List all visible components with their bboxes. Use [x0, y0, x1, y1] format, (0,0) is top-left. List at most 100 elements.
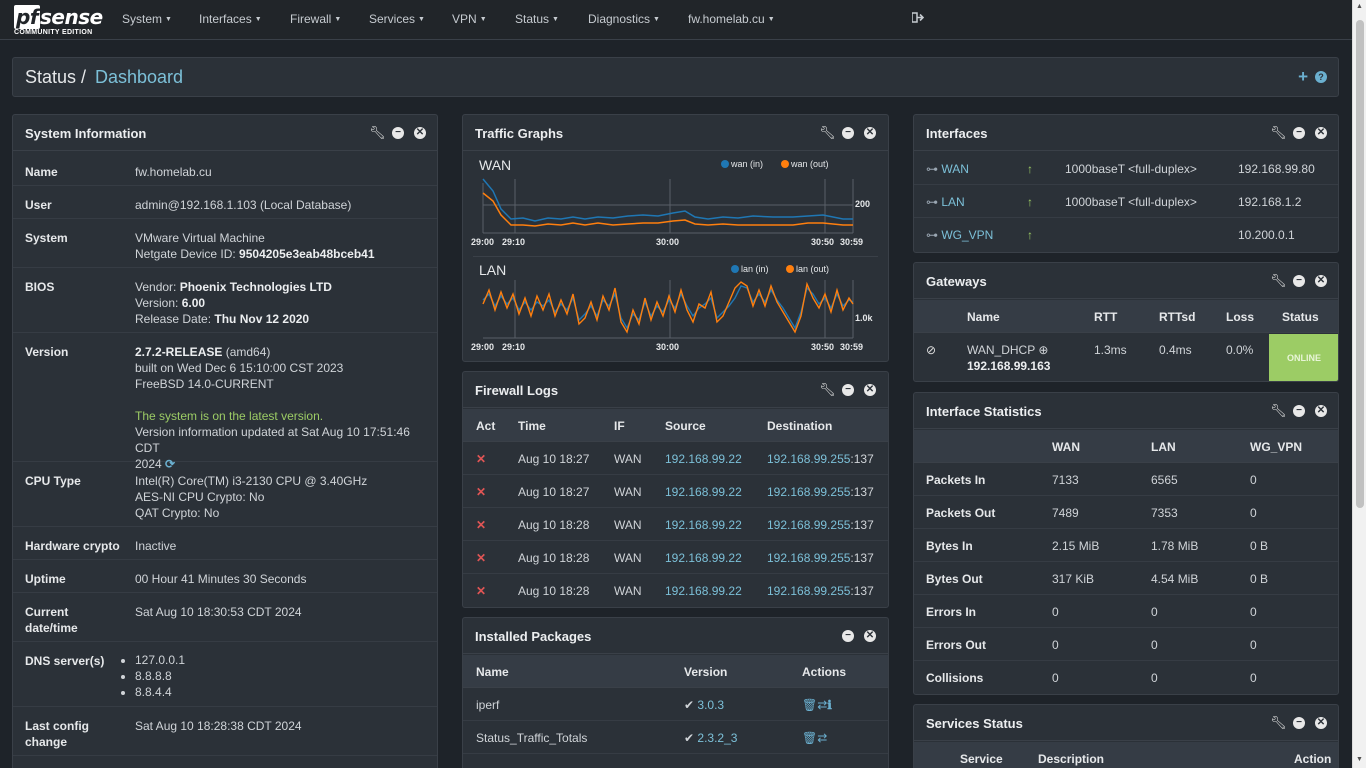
table-row: Packets Out 7489 7353 0 [914, 496, 1338, 529]
stat-vpn: 0 B [1250, 539, 1269, 553]
stat-wan: 7133 [1052, 473, 1079, 487]
minimize-icon[interactable]: − [1293, 405, 1305, 417]
nav-services-menu[interactable]: Services ▼ [369, 12, 425, 26]
reinstall-icon[interactable]: ⇄ [817, 731, 827, 745]
close-icon[interactable]: ✕ [1315, 717, 1327, 729]
interface-link[interactable]: LAN [941, 195, 964, 209]
block-x-icon[interactable]: ✕ [476, 452, 486, 466]
table-row: ⊶ LAN ↑ 1000baseT <full-duplex> 192.168.… [914, 185, 1338, 218]
bios-value: Vendor: Phoenix Technologies LTD Version:… [135, 280, 332, 326]
add-widget-icon[interactable]: + [1298, 67, 1308, 87]
log-destination-link[interactable]: 192.168.99.255 [767, 485, 850, 499]
package-name: iperf [476, 698, 500, 712]
minimize-icon[interactable]: − [1293, 275, 1305, 287]
wrench-icon[interactable]: 🔧︎ [819, 382, 836, 397]
caret-down-icon: ▼ [552, 16, 559, 23]
info-icon[interactable]: ℹ︎ [827, 698, 832, 712]
caret-down-icon: ▼ [479, 16, 487, 23]
log-source-link[interactable]: 192.168.99.22 [665, 452, 742, 466]
interface-statistics-widget: Interface Statistics 🔧︎ − ✕ WAN LAN WG_V… [913, 392, 1339, 695]
nav-interfaces-menu[interactable]: Interfaces ▼ [199, 12, 262, 26]
wrench-icon[interactable]: 🔧︎ [1270, 273, 1287, 288]
log-source-link[interactable]: 192.168.99.22 [665, 518, 742, 532]
column-header: Status [1282, 310, 1319, 324]
block-x-icon[interactable]: ✕ [476, 551, 486, 565]
minimize-icon[interactable]: − [842, 127, 854, 139]
stat-wan: 317 KiB [1052, 572, 1095, 586]
scroll-up-arrow-icon[interactable]: ▲ [1356, 3, 1363, 10]
log-destination-link[interactable]: 192.168.99.255 [767, 551, 850, 565]
column-header: WAN [1052, 440, 1080, 454]
caret-down-icon: ▼ [418, 16, 425, 23]
table-row: ⊶ WG_VPN ↑ 10.200.0.1 [914, 218, 1338, 251]
help-icon[interactable]: ? [1315, 71, 1327, 83]
breadcrumb-page[interactable]: Dashboard [95, 67, 183, 88]
block-x-icon[interactable]: ✕ [476, 485, 486, 499]
scroll-down-arrow-icon[interactable]: ▼ [1356, 756, 1363, 763]
nav-diagnostics-menu[interactable]: Diagnostics ▼ [588, 12, 660, 26]
gateway-loss: 0.0% [1226, 343, 1254, 357]
sysinfo-row-version: Version 2.7.2-RELEASE (amd64) built on We… [13, 333, 437, 471]
stat-lan: 0 [1151, 605, 1158, 619]
log-source-link[interactable]: 192.168.99.22 [665, 551, 742, 565]
log-destination-link[interactable]: 192.168.99.255 [767, 452, 850, 466]
table-row: iperf ✔ 3.0.3 🗑︎⇄ℹ︎ [463, 688, 888, 721]
column-header: Destination [767, 419, 833, 433]
column-header: Version [684, 665, 728, 679]
log-source-link[interactable]: 192.168.99.22 [665, 485, 742, 499]
table-row: ⊶ WAN ↑ 1000baseT <full-duplex> 192.168.… [914, 152, 1338, 185]
table-header: Name RTT RTTsd Loss Status [914, 300, 1338, 333]
minimize-icon[interactable]: − [392, 127, 404, 139]
minimize-icon[interactable]: − [842, 384, 854, 396]
package-version-link[interactable]: 2.3.2_3 [697, 731, 737, 745]
reinstall-icon[interactable]: ⇄ [817, 698, 827, 712]
nav-system-menu[interactable]: System ▼ [122, 12, 172, 26]
close-icon[interactable]: ✕ [1315, 405, 1327, 417]
stat-label: Packets In [926, 473, 986, 487]
nav-vpn-menu[interactable]: VPN ▼ [452, 12, 487, 26]
package-version-link[interactable]: 3.0.3 [697, 698, 724, 712]
trash-icon[interactable]: 🗑︎ [802, 731, 817, 745]
interface-link[interactable]: WAN [941, 162, 969, 176]
nav-status-menu[interactable]: Status ▼ [515, 12, 559, 26]
row-label: Name [25, 165, 58, 179]
wrench-icon[interactable]: 🔧︎ [1270, 403, 1287, 418]
wrench-icon[interactable]: 🔧︎ [819, 125, 836, 140]
wrench-icon[interactable]: 🔧︎ [1270, 125, 1287, 140]
close-icon[interactable]: ✕ [1315, 275, 1327, 287]
sysinfo-row-cpu: CPU Type Intel(R) Core(TM) i3-2130 CPU @… [13, 462, 437, 527]
block-x-icon[interactable]: ✕ [476, 584, 486, 598]
caret-down-icon: ▼ [767, 16, 775, 23]
row-label: Current date/time [25, 605, 78, 635]
wrench-icon[interactable]: 🔧︎ [1270, 715, 1287, 730]
wrench-icon[interactable]: 🔧︎ [369, 125, 386, 140]
log-destination-link[interactable]: 192.168.99.255 [767, 584, 850, 598]
scrollbar-thumb[interactable] [1356, 20, 1364, 508]
widget-title: System Information [25, 126, 147, 141]
log-source-link[interactable]: 192.168.99.22 [665, 584, 742, 598]
stat-lan: 4.54 MiB [1151, 572, 1199, 586]
minimize-icon[interactable]: − [1293, 717, 1305, 729]
close-icon[interactable]: ✕ [1315, 127, 1327, 139]
installed-packages-widget: Installed Packages − ✕ Name Version Acti… [462, 617, 889, 768]
logout-icon[interactable] [911, 12, 925, 26]
pfsense-logo[interactable]: pf sense COMMUNITY EDITION [14, 5, 103, 37]
close-icon[interactable]: ✕ [864, 127, 876, 139]
minimize-icon[interactable]: − [1293, 127, 1305, 139]
column-header: Action [1294, 752, 1332, 766]
nav-firewall-menu[interactable]: Firewall ▼ [290, 12, 341, 26]
row-label: User [25, 198, 52, 212]
row-label: Version [25, 345, 69, 359]
block-x-icon[interactable]: ✕ [476, 518, 486, 532]
table-row: Errors Out 0 0 0 [914, 628, 1338, 661]
minimize-icon[interactable]: − [842, 630, 854, 642]
interface-link[interactable]: WG_VPN [941, 228, 993, 242]
trash-icon[interactable]: 🗑︎ [802, 698, 817, 712]
nav-host-menu[interactable]: fw.homelab.cu ▼ [688, 12, 775, 26]
close-icon[interactable]: ✕ [414, 127, 426, 139]
page-scrollbar[interactable]: ▲ ▼ [1352, 0, 1366, 768]
close-icon[interactable]: ✕ [864, 384, 876, 396]
close-icon[interactable]: ✕ [864, 630, 876, 642]
stat-vpn: 0 [1250, 605, 1257, 619]
log-destination-link[interactable]: 192.168.99.255 [767, 518, 850, 532]
